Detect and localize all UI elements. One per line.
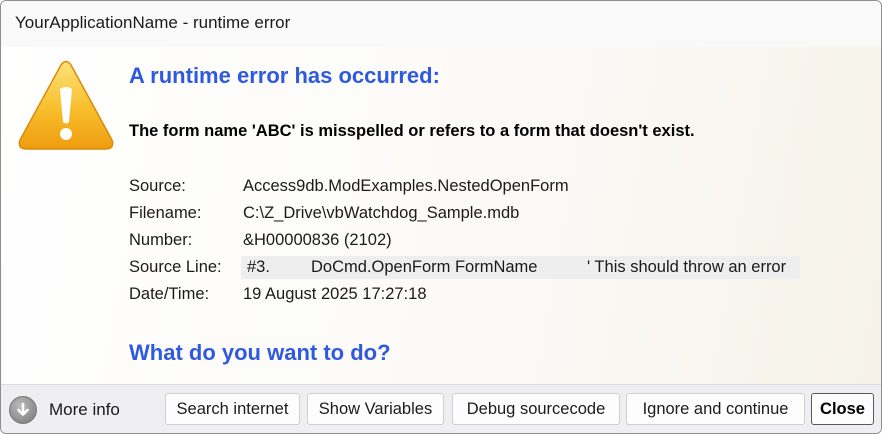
detail-row-filename: Filename: C:\Z_Drive\vbWatchdog_Sample.m… (129, 203, 829, 230)
source-line-statement: DoCmd.OpenForm FormName (311, 258, 538, 276)
warning-icon (18, 60, 114, 150)
error-details: Source: Access9db.ModExamples.NestedOpen… (129, 176, 829, 311)
datetime-value: 19 August 2025 17:27:18 (243, 285, 427, 303)
more-info-label: More info (49, 400, 120, 419)
source-value: Access9db.ModExamples.NestedOpenForm (243, 177, 569, 195)
source-line-code: #3. DoCmd.OpenForm FormName ' This should … (241, 256, 801, 279)
number-value: &H00000836 (2102) (243, 231, 392, 249)
detail-row-datetime: Date/Time: 19 August 2025 17:27:18 (129, 284, 829, 311)
debug-sourcecode-button[interactable]: Debug sourcecode (452, 393, 620, 425)
window-title: YourApplicationName - runtime error (15, 13, 291, 32)
detail-row-number: Number: &H00000836 (2102) (129, 230, 829, 257)
close-button[interactable]: Close (811, 393, 874, 425)
source-line-number: #3. (247, 258, 270, 276)
title-bar: YourApplicationName - runtime error (1, 1, 881, 47)
detail-row-source-line: Source Line: #3. DoCmd.OpenForm FormName '… (129, 256, 829, 284)
source-line-label: Source Line: (129, 258, 222, 276)
chevron-down-circle-icon (9, 396, 37, 424)
filename-value: C:\Z_Drive\vbWatchdog_Sample.mdb (243, 204, 520, 222)
search-internet-button[interactable]: Search internet (165, 393, 300, 425)
error-message: The form name 'ABC' is misspelled or ref… (129, 122, 695, 140)
error-dialog: YourApplicationName - runtime error A ru… (0, 0, 882, 434)
datetime-label: Date/Time: (129, 285, 210, 303)
show-variables-button[interactable]: Show Variables (307, 393, 444, 425)
dialog-footer: More info Search internet Show Variables… (1, 384, 881, 433)
source-label: Source: (129, 177, 186, 195)
action-question: What do you want to do? (129, 340, 391, 365)
source-line-comment: ' This should throw an error (587, 258, 787, 276)
filename-label: Filename: (129, 204, 202, 222)
error-heading: A runtime error has occurred: (129, 63, 440, 88)
detail-row-source: Source: Access9db.ModExamples.NestedOpen… (129, 176, 829, 203)
more-info-toggle[interactable]: More info (9, 394, 120, 426)
number-label: Number: (129, 231, 193, 249)
ignore-and-continue-button[interactable]: Ignore and continue (626, 393, 805, 425)
